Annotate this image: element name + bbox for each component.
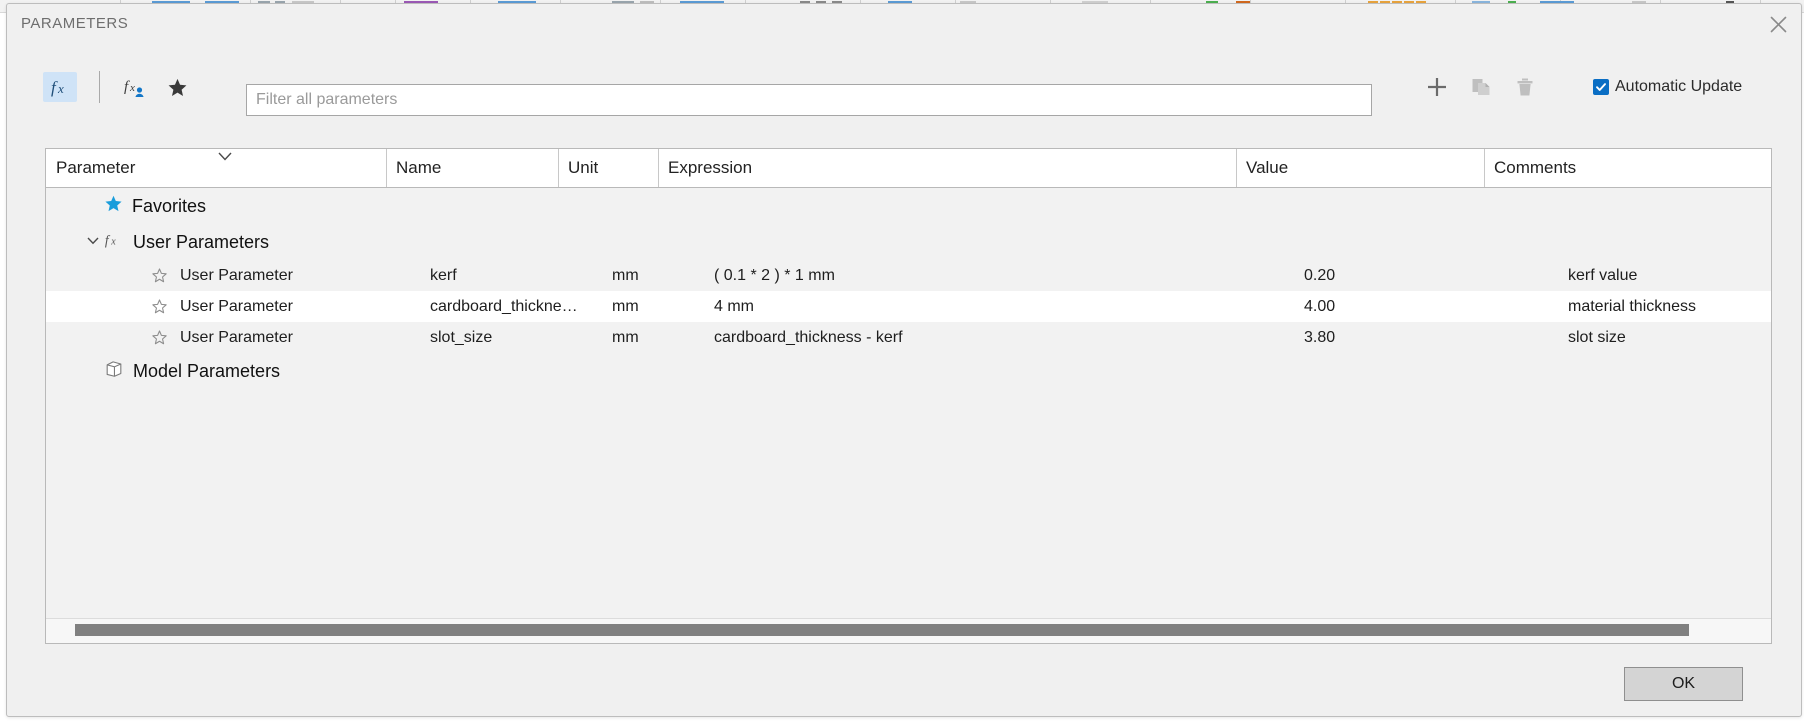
table-body: Favorites f x User Parameters User Param…: [46, 188, 1771, 643]
cell-comments: kerf value: [1568, 266, 1638, 284]
column-divider[interactable]: [1236, 149, 1237, 187]
table-row[interactable]: User Parameter slot_size mm cardboard_th…: [46, 322, 1771, 353]
table-header-row: Parameter Name Unit Expression Value Com…: [46, 149, 1771, 188]
table-group-row-model-parameters[interactable]: Model Parameters: [46, 353, 1771, 389]
fx-icon: f x: [104, 230, 124, 255]
fx-icon[interactable]: f x: [43, 72, 77, 102]
column-divider[interactable]: [658, 149, 659, 187]
chevron-down-icon[interactable]: [86, 233, 100, 251]
star-outline-icon[interactable]: [146, 322, 172, 353]
search-input[interactable]: [246, 84, 1372, 116]
svg-text:x: x: [129, 82, 135, 94]
dialog-titlebar: PARAMETERS: [7, 4, 1801, 46]
column-divider[interactable]: [558, 149, 559, 187]
parameters-dialog: PARAMETERS f x f x Automatic Update Filt…: [6, 3, 1802, 717]
star-outline-icon[interactable]: [146, 291, 172, 322]
trash-icon[interactable]: [1509, 71, 1541, 103]
column-header-unit[interactable]: Unit: [558, 149, 658, 187]
cell-value: 3.80: [1304, 328, 1336, 346]
cell-expression: ( 0.1 * 2 ) * 1 mm: [714, 266, 835, 284]
group-label-container: Model Parameters: [104, 353, 280, 389]
svg-text:x: x: [57, 81, 64, 96]
cell-name: slot_size: [430, 328, 493, 346]
plus-icon[interactable]: [1421, 71, 1453, 103]
table-row[interactable]: User Parameter cardboard_thickne… mm 4 m…: [46, 291, 1771, 322]
star-filled-icon: [104, 194, 123, 218]
column-header-name[interactable]: Name: [386, 149, 558, 187]
star-icon[interactable]: [162, 72, 192, 102]
parameters-table: Parameter Name Unit Expression Value Com…: [45, 148, 1772, 644]
automatic-update-label: Automatic Update: [1615, 78, 1743, 95]
column-header-expression[interactable]: Expression: [658, 149, 1236, 187]
group-label-container: Favorites: [104, 188, 206, 224]
svg-text:f: f: [105, 232, 111, 247]
svg-text:x: x: [110, 236, 116, 247]
column-header-comments[interactable]: Comments: [1484, 149, 1771, 187]
cell-parameter: User Parameter: [180, 297, 293, 315]
group-label: User Parameters: [133, 231, 270, 252]
star-outline-icon[interactable]: [146, 260, 172, 291]
close-icon[interactable]: [1763, 9, 1793, 39]
ok-button[interactable]: OK: [1624, 667, 1743, 701]
group-label: Model Parameters: [133, 360, 281, 381]
cell-name: kerf: [430, 266, 457, 284]
cell-name: cardboard_thickne…: [430, 297, 578, 315]
fx-user-icon[interactable]: f x: [118, 72, 152, 102]
automatic-update-toggle[interactable]: Automatic Update: [1593, 78, 1742, 96]
cell-value: 0.20: [1304, 266, 1336, 284]
cell-expression: cardboard_thickness - kerf: [714, 328, 903, 346]
copy-icon[interactable]: [1465, 71, 1497, 103]
page-title: PARAMETERS: [21, 15, 129, 32]
checkbox-icon[interactable]: [1593, 79, 1609, 95]
column-header-value[interactable]: Value: [1236, 149, 1484, 187]
cell-unit: mm: [612, 266, 639, 284]
cell-comments: material thickness: [1568, 297, 1697, 315]
toolbar-separator: [99, 71, 100, 103]
cube-icon: [104, 359, 124, 384]
cell-expression: 4 mm: [714, 297, 754, 315]
column-divider[interactable]: [386, 149, 387, 187]
cell-value: 4.00: [1304, 297, 1336, 315]
scrollbar-thumb[interactable]: [75, 624, 1689, 636]
cell-parameter: User Parameter: [180, 266, 293, 284]
svg-text:f: f: [51, 78, 58, 97]
cell-comments: slot size: [1568, 328, 1626, 346]
table-group-row-favorites[interactable]: Favorites: [46, 188, 1771, 224]
column-divider[interactable]: [1484, 149, 1485, 187]
chevron-down-icon: [216, 150, 234, 168]
cell-parameter: User Parameter: [180, 328, 293, 346]
cell-unit: mm: [612, 328, 639, 346]
horizontal-scrollbar[interactable]: [46, 618, 1771, 643]
table-group-row-user-parameters[interactable]: f x User Parameters: [46, 224, 1771, 260]
table-row[interactable]: User Parameter kerf mm ( 0.1 * 2 ) * 1 m…: [46, 260, 1771, 291]
group-label-container: f x User Parameters: [104, 224, 269, 260]
cell-unit: mm: [612, 297, 639, 315]
group-label: Favorites: [132, 195, 207, 216]
